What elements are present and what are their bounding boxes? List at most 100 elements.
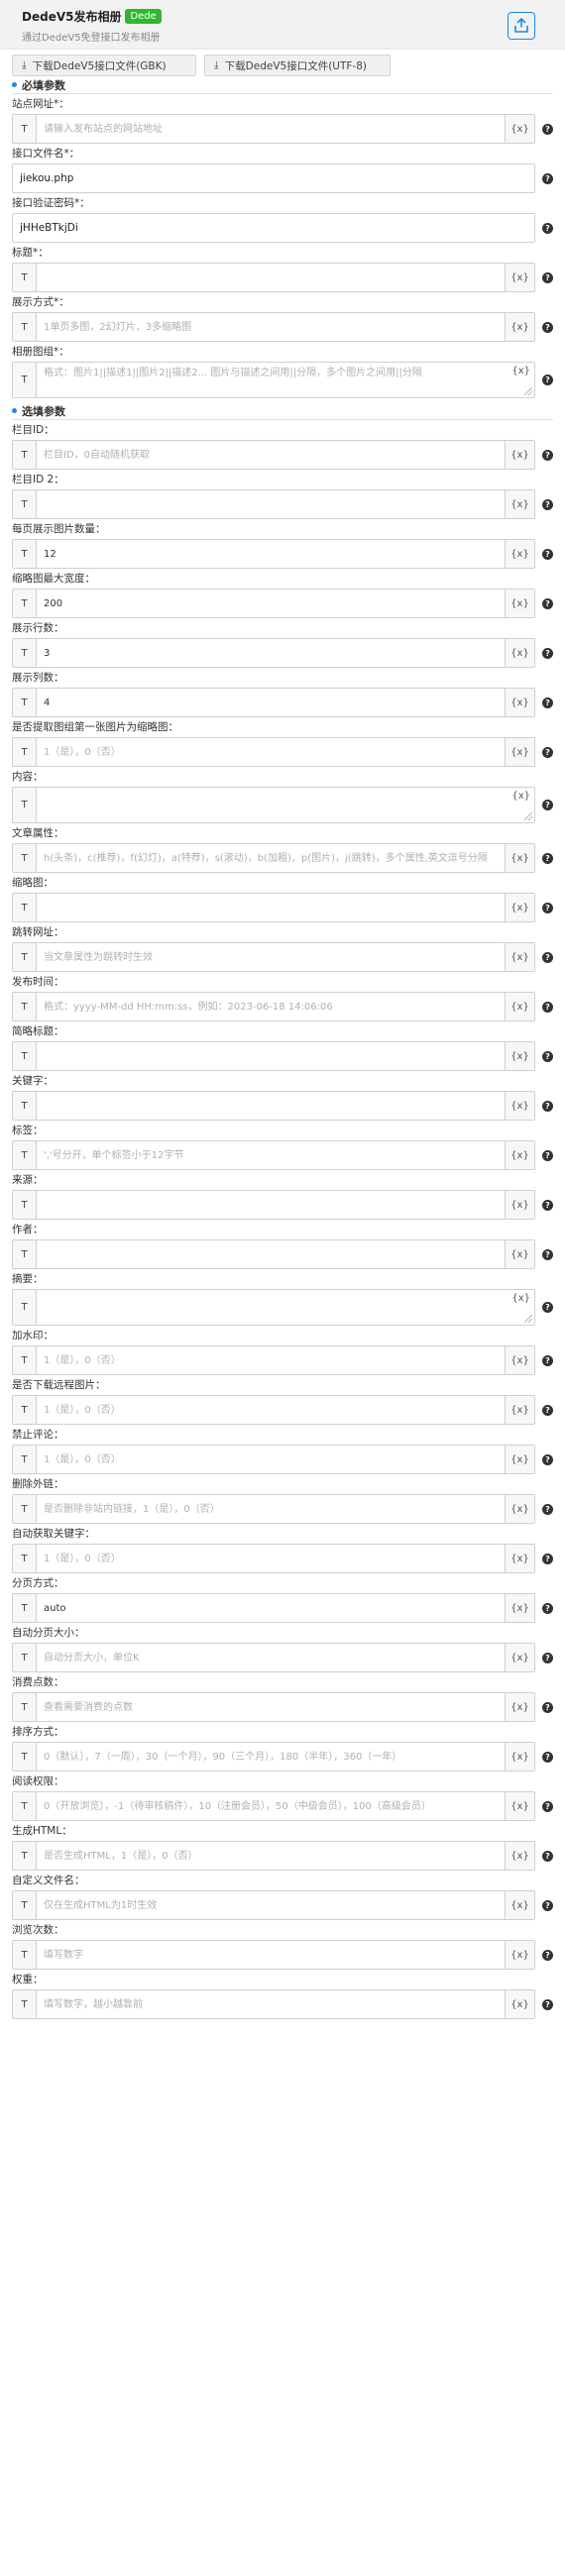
text-input[interactable] [37,1141,505,1169]
insert-variable-button[interactable]: {x} [505,1240,534,1268]
insert-variable-button[interactable]: {x} [505,1842,534,1870]
text-format-button[interactable]: T [13,1495,37,1523]
text-input[interactable] [37,490,505,518]
help-icon[interactable]: ? [542,172,553,184]
help-icon[interactable]: ? [542,1503,553,1515]
help-icon[interactable]: ? [542,1800,553,1812]
resize-handle-icon[interactable] [524,812,532,820]
insert-variable-button[interactable]: {x} [505,490,534,518]
text-input[interactable] [37,1792,505,1820]
insert-variable-button[interactable]: {x} [511,791,530,802]
help-icon[interactable]: ? [542,1850,553,1862]
textarea-input[interactable] [37,788,534,804]
insert-variable-button[interactable]: {x} [505,1990,534,2018]
text-format-button[interactable]: T [13,844,37,872]
help-icon[interactable]: ? [542,800,553,810]
insert-variable-button[interactable]: {x} [505,1743,534,1771]
text-format-button[interactable]: T [13,639,37,667]
text-format-button[interactable]: T [13,1891,37,1919]
help-icon[interactable]: ? [542,647,553,659]
help-icon[interactable]: ? [542,1199,553,1211]
text-input[interactable] [37,540,505,568]
text-format-button[interactable]: T [13,1941,37,1969]
insert-variable-button[interactable]: {x} [505,844,534,872]
help-icon[interactable]: ? [542,1248,553,1260]
text-format-button[interactable]: T [13,115,37,143]
text-input[interactable]: jiekou.php [12,163,535,193]
insert-variable-button[interactable]: {x} [505,738,534,766]
text-input[interactable] [37,1396,505,1424]
insert-variable-button[interactable]: {x} [505,441,534,469]
help-icon[interactable]: ? [542,271,553,283]
text-format-button[interactable]: T [13,1990,37,2018]
text-format-button[interactable]: T [13,738,37,766]
insert-variable-button[interactable]: {x} [505,1594,534,1622]
text-input[interactable] [37,738,505,766]
text-format-button[interactable]: T [13,1446,37,1473]
text-format-button[interactable]: T [13,943,37,971]
text-input[interactable] [37,590,505,617]
help-icon[interactable]: ? [542,222,553,234]
text-format-button[interactable]: T [13,1842,37,1870]
text-format-button[interactable]: T [13,540,37,568]
insert-variable-button[interactable]: {x} [505,1396,534,1424]
text-format-button[interactable]: T [13,264,37,291]
help-icon[interactable]: ? [542,498,553,510]
text-format-button[interactable]: T [13,490,37,518]
text-input[interactable] [37,894,505,921]
text-input[interactable] [37,115,505,143]
text-input[interactable] [37,441,505,469]
help-icon[interactable]: ? [542,951,553,963]
insert-variable-button[interactable]: {x} [505,1941,534,1969]
text-input[interactable] [37,689,505,716]
insert-variable-button[interactable]: {x} [511,366,530,376]
help-icon[interactable]: ? [542,1998,553,2010]
text-format-button[interactable]: T [13,993,37,1020]
help-icon[interactable]: ? [542,1602,553,1614]
text-input[interactable] [37,844,505,872]
help-icon[interactable]: ? [542,1751,553,1763]
insert-variable-button[interactable]: {x} [505,1495,534,1523]
insert-variable-button[interactable]: {x} [505,1792,534,1820]
text-input[interactable] [37,1941,505,1969]
text-input[interactable]: jHHeBTkjDi [12,213,535,243]
help-icon[interactable]: ? [542,1949,553,1961]
text-format-button[interactable]: T [13,1545,37,1572]
insert-variable-button[interactable]: {x} [505,943,534,971]
insert-variable-button[interactable]: {x} [505,1545,534,1572]
text-format-button[interactable]: T [13,894,37,921]
text-format-button[interactable]: T [13,1346,37,1374]
help-icon[interactable]: ? [542,1149,553,1161]
insert-variable-button[interactable]: {x} [505,540,534,568]
download-utf8-button[interactable]: ⤓ 下载DedeV5接口文件(UTF-8) [204,54,391,76]
insert-variable-button[interactable]: {x} [511,1293,530,1304]
text-input[interactable] [37,1545,505,1572]
text-input[interactable] [37,639,505,667]
text-input[interactable] [37,993,505,1020]
insert-variable-button[interactable]: {x} [505,1092,534,1120]
text-input[interactable] [37,1240,505,1268]
text-format-button[interactable]: T [13,788,37,822]
help-icon[interactable]: ? [542,1404,553,1416]
resize-handle-icon[interactable] [524,387,532,395]
text-format-button[interactable]: T [13,363,37,397]
text-format-button[interactable]: T [13,441,37,469]
help-icon[interactable]: ? [542,1050,553,1062]
text-input[interactable] [37,1495,505,1523]
help-icon[interactable]: ? [542,852,553,864]
insert-variable-button[interactable]: {x} [505,1446,534,1473]
text-format-button[interactable]: T [13,1290,37,1325]
help-icon[interactable]: ? [542,597,553,609]
text-format-button[interactable]: T [13,1141,37,1169]
insert-variable-button[interactable]: {x} [505,590,534,617]
insert-variable-button[interactable]: {x} [505,993,534,1020]
insert-variable-button[interactable]: {x} [505,115,534,143]
text-input[interactable] [37,1346,505,1374]
help-icon[interactable]: ? [542,449,553,461]
text-format-button[interactable]: T [13,1240,37,1268]
text-input[interactable] [37,1644,505,1671]
insert-variable-button[interactable]: {x} [505,264,534,291]
text-format-button[interactable]: T [13,313,37,341]
insert-variable-button[interactable]: {x} [505,689,534,716]
text-input[interactable] [37,1042,505,1070]
